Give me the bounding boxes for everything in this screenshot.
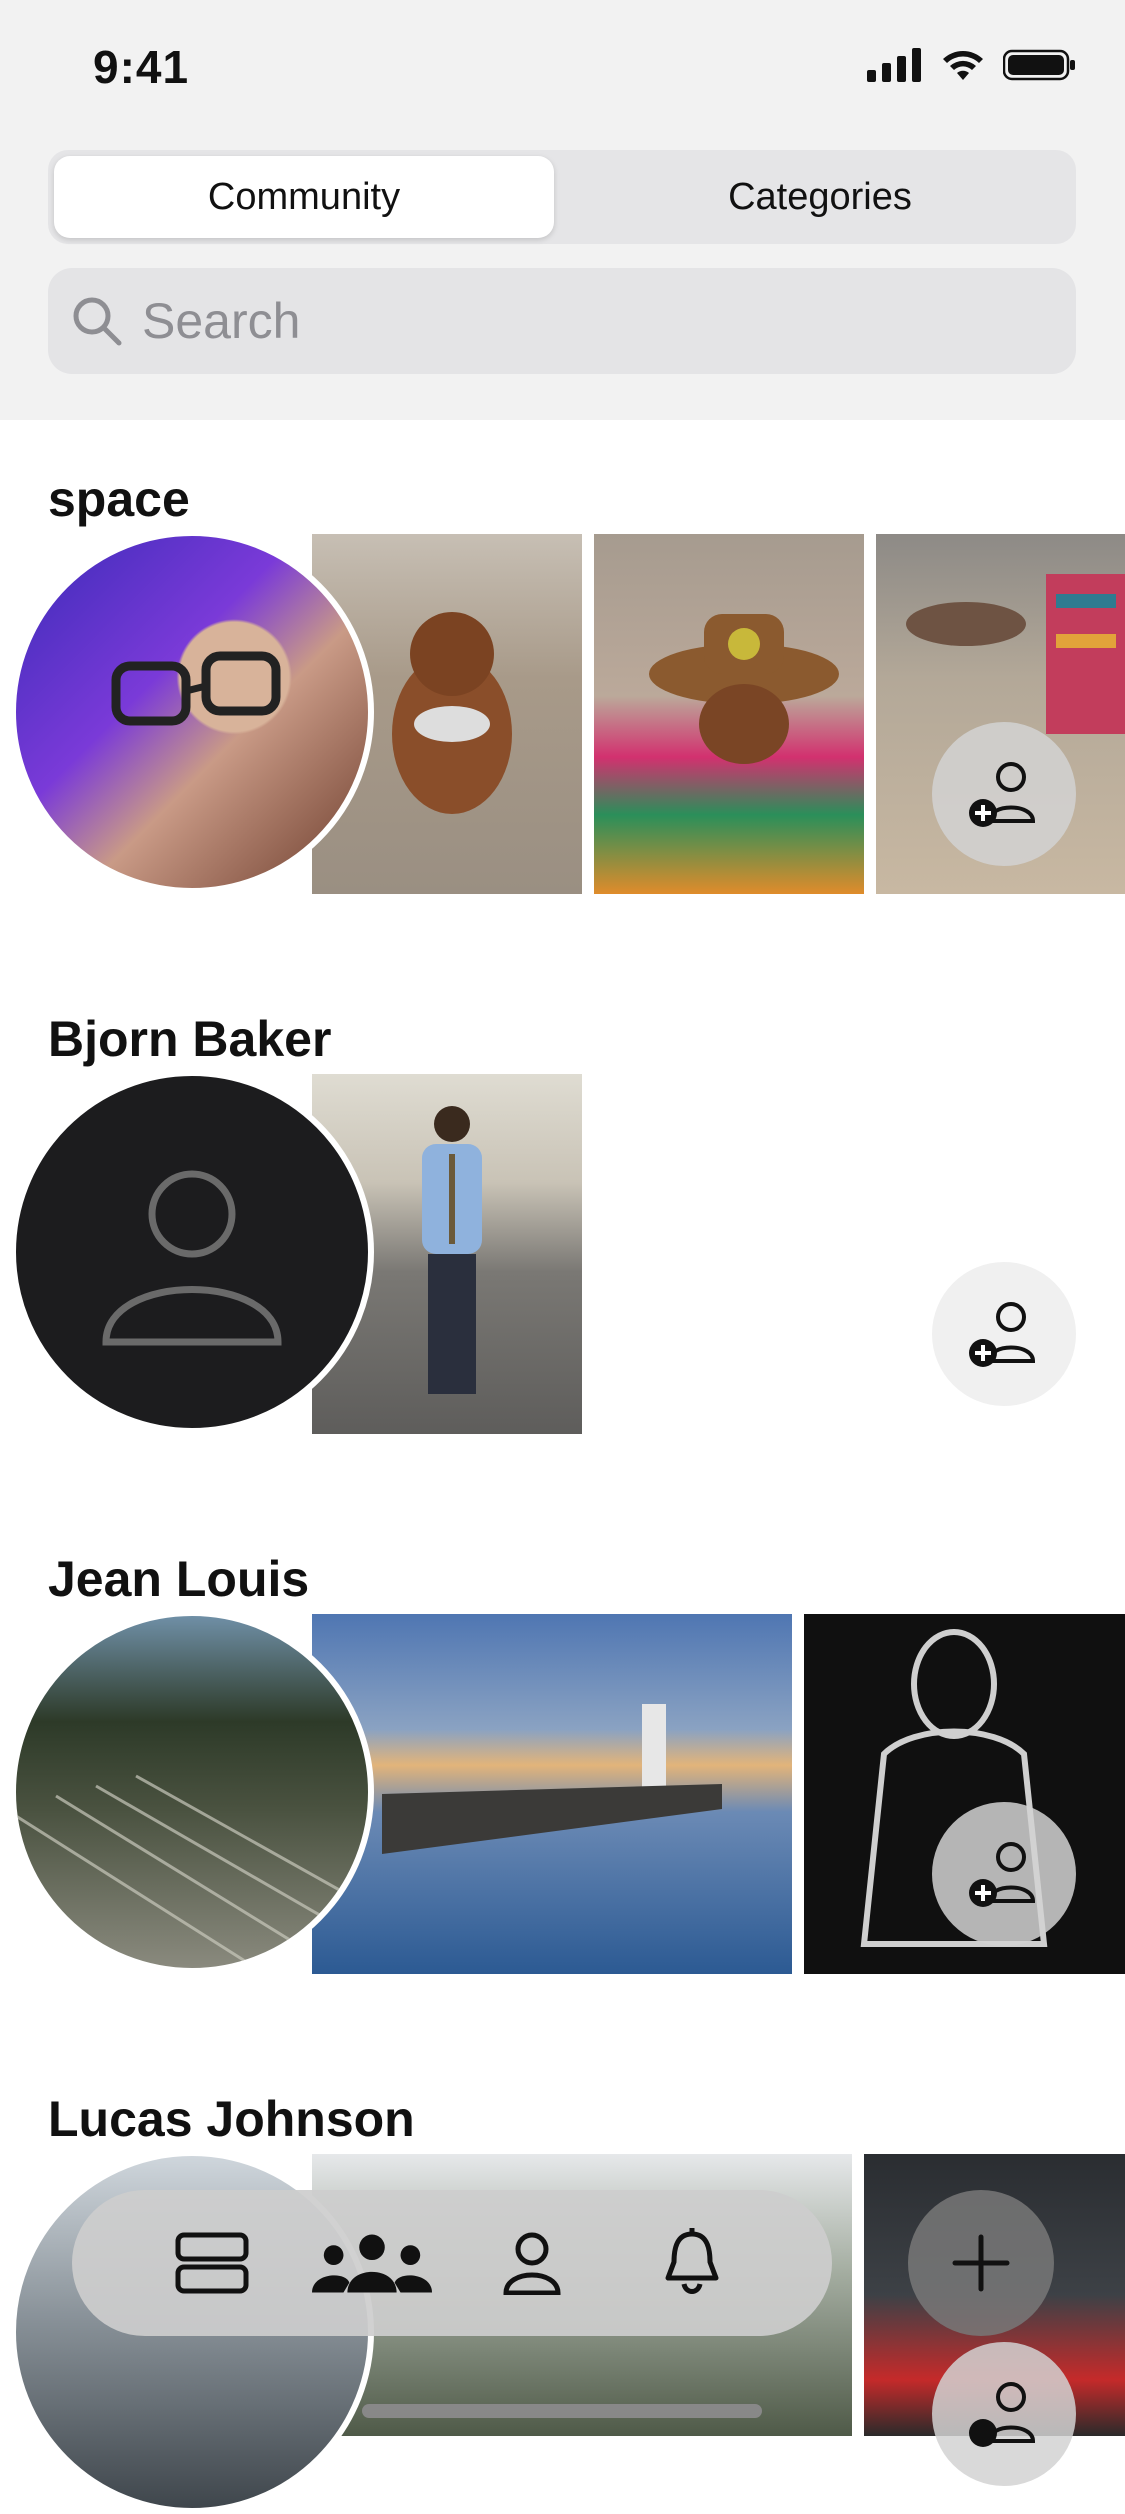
tab-feed[interactable] xyxy=(152,2213,272,2313)
dog-hat-image xyxy=(649,614,839,764)
lighthouse-image xyxy=(382,1704,722,1854)
section-title[interactable]: space xyxy=(48,470,190,528)
tab-community-nav[interactable] xyxy=(312,2213,432,2313)
add-person-icon xyxy=(969,1302,1036,1367)
add-person-icon xyxy=(969,2382,1036,2447)
status-bar: 9:41 xyxy=(0,0,1125,140)
user-section: space xyxy=(0,470,1125,1010)
add-person-icon xyxy=(969,762,1036,827)
add-friend-button[interactable] xyxy=(932,2342,1076,2486)
post-thumbnail[interactable] xyxy=(312,1614,792,1974)
search-bar[interactable] xyxy=(48,268,1076,374)
field-image xyxy=(16,1774,368,1968)
status-time: 9:41 xyxy=(93,41,190,93)
feed-icon xyxy=(175,2232,249,2294)
avatar[interactable] xyxy=(10,1070,374,1434)
avatar[interactable] xyxy=(10,530,374,894)
tab-categories[interactable]: Categories xyxy=(570,156,1070,238)
segmented-control: Community Categories xyxy=(48,150,1076,244)
notifications-icon xyxy=(665,2228,719,2294)
add-person-icon xyxy=(969,1842,1036,1907)
community-icon xyxy=(312,2234,432,2293)
glasses-icon xyxy=(111,651,281,726)
add-friend-button[interactable] xyxy=(932,1262,1076,1406)
user-section: Bjorn Baker xyxy=(0,1010,1125,1550)
search-icon xyxy=(73,297,122,346)
user-section: Jean Louis xyxy=(0,1550,1125,2090)
battery-icon xyxy=(1003,49,1075,81)
add-friend-button[interactable] xyxy=(932,1802,1076,1946)
section-title[interactable]: Lucas Johnson xyxy=(48,2090,415,2148)
plus-icon xyxy=(952,2234,1010,2292)
avatar[interactable] xyxy=(10,1610,374,1974)
section-title[interactable]: Bjorn Baker xyxy=(48,1010,331,1068)
add-friend-button[interactable] xyxy=(932,722,1076,866)
tab-community[interactable]: Community xyxy=(54,156,554,238)
search-input[interactable] xyxy=(140,291,1044,351)
header: 9:41 Community Categories xyxy=(0,0,1125,420)
signal-icon xyxy=(867,48,921,82)
tab-bar xyxy=(72,2190,832,2336)
tab-profile[interactable] xyxy=(472,2213,592,2313)
profile-icon xyxy=(503,2232,561,2295)
post-thumbnail[interactable] xyxy=(594,534,864,894)
create-post-button[interactable] xyxy=(908,2190,1054,2336)
tab-notifications[interactable] xyxy=(632,2213,752,2313)
home-indicator xyxy=(362,2404,762,2418)
person-placeholder-icon xyxy=(102,1170,282,1346)
wifi-icon xyxy=(943,51,983,80)
section-title[interactable]: Jean Louis xyxy=(48,1550,309,1608)
